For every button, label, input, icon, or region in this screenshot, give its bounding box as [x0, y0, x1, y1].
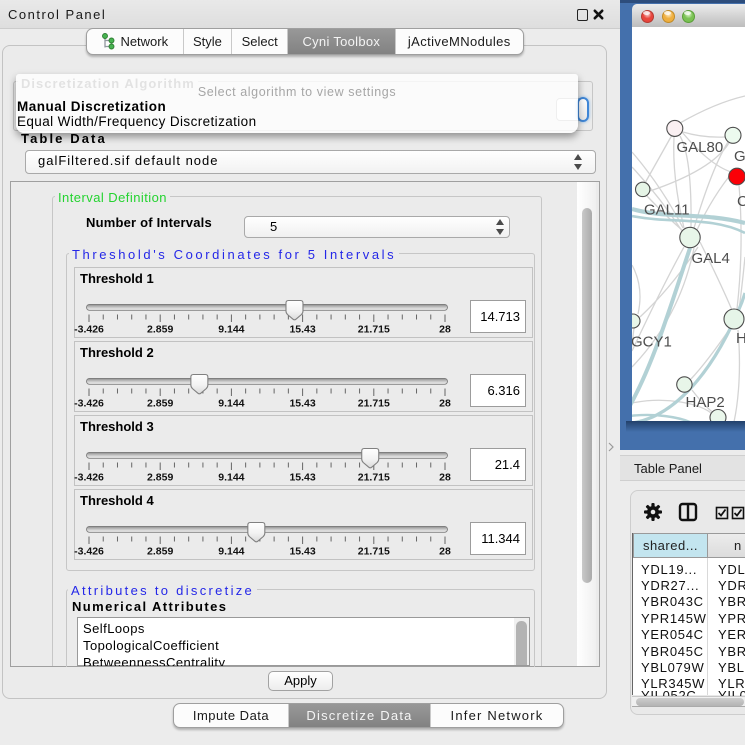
svg-text:HAP2: HAP2	[686, 394, 725, 411]
svg-text:2.859: 2.859	[147, 472, 173, 484]
svg-text:-3.426: -3.426	[74, 472, 104, 484]
svg-text:21.715: 21.715	[358, 546, 390, 558]
svg-text:GA: GA	[734, 148, 745, 165]
svg-text:28: 28	[439, 324, 451, 336]
svg-text:28: 28	[439, 398, 451, 410]
svg-text:2.859: 2.859	[147, 398, 173, 410]
svg-text:9.144: 9.144	[218, 472, 244, 484]
svg-text:15.43: 15.43	[289, 472, 315, 484]
svg-text:21.715: 21.715	[358, 398, 390, 410]
svg-text:9.144: 9.144	[218, 398, 244, 410]
svg-text:GAL4: GAL4	[692, 250, 730, 267]
svg-text:GCY1: GCY1	[632, 334, 672, 351]
svg-text:21.715: 21.715	[358, 472, 390, 484]
svg-text:15.43: 15.43	[289, 324, 315, 336]
svg-text:28: 28	[439, 472, 451, 484]
svg-text:21.715: 21.715	[358, 324, 390, 336]
svg-text:15.43: 15.43	[289, 398, 315, 410]
svg-text:2.859: 2.859	[147, 546, 173, 558]
svg-text:9.144: 9.144	[218, 546, 244, 558]
svg-text:H: H	[736, 330, 745, 347]
svg-text:-3.426: -3.426	[74, 398, 104, 410]
svg-text:9.144: 9.144	[218, 324, 244, 336]
svg-text:C: C	[737, 193, 745, 210]
svg-text:GAL11: GAL11	[644, 202, 690, 219]
svg-text:-3.426: -3.426	[74, 546, 104, 558]
svg-text:-3.426: -3.426	[74, 324, 104, 336]
svg-text:2.859: 2.859	[147, 324, 173, 336]
svg-text:28: 28	[439, 546, 451, 558]
svg-text:15.43: 15.43	[289, 546, 315, 558]
svg-text:GAL80: GAL80	[677, 139, 724, 156]
